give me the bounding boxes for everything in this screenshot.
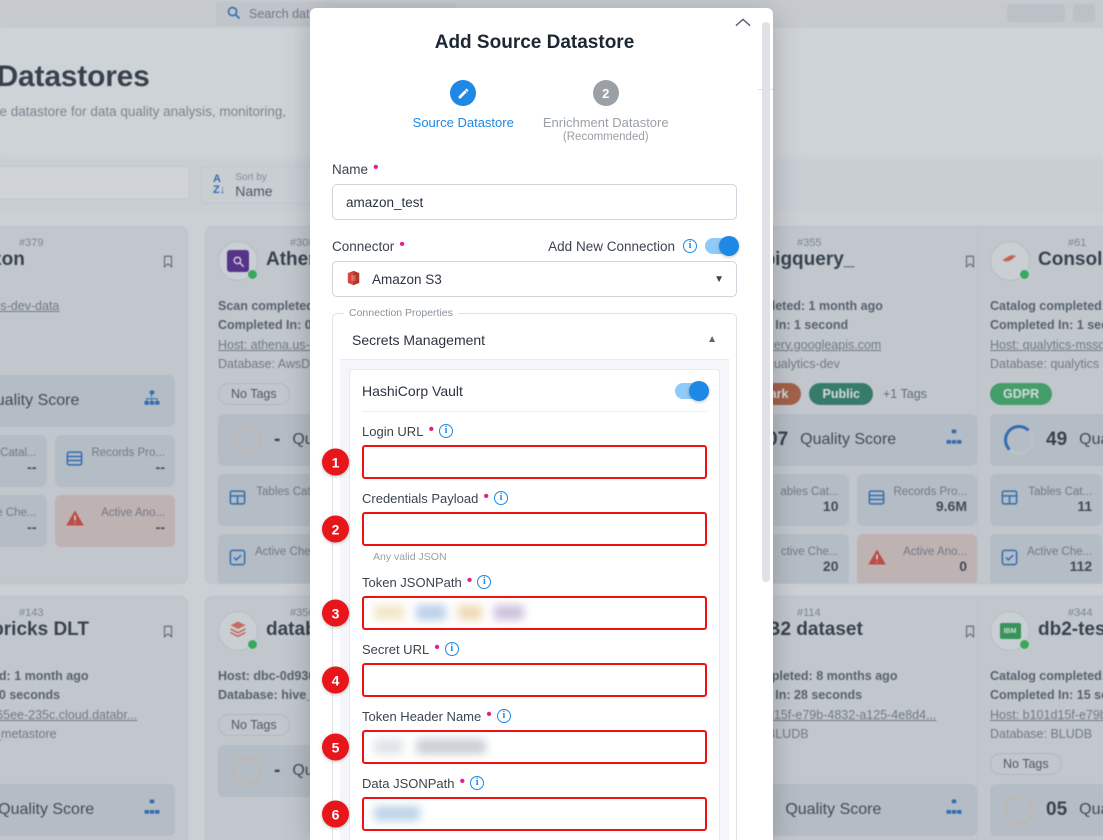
add-new-connection-toggle[interactable] [705,238,737,254]
required-indicator: • [486,707,492,723]
required-indicator: • [399,237,405,253]
secrets-management-panel-body: HashiCorp Vault Login URL • i 1 [340,360,729,840]
annotation-badge-2: 2 [322,516,349,543]
annotation-badge-5: 5 [322,734,349,761]
step-1-label: Source Datastore [392,115,535,130]
token-header-name-label-text: Token Header Name [362,709,481,724]
add-source-datastore-dialog: Add Source Datastore Source Datastore 2 … [310,8,773,840]
connector-select[interactable]: Amazon S3 ▼ [332,261,737,297]
data-jsonpath-label: Data JSONPath • i [362,775,707,791]
data-jsonpath-input[interactable] [362,797,707,831]
credentials-payload-input[interactable] [362,512,707,546]
secrets-management-panel-header[interactable]: Secrets Management ▲ [340,320,729,360]
secret-url-label-text: Secret URL [362,642,429,657]
amazon-s3-icon [345,269,362,290]
token-jsonpath-label-text: Token JSONPath [362,575,462,590]
connector-selected-value: Amazon S3 [372,272,442,287]
token-jsonpath-label: Token JSONPath • i [362,574,707,590]
connector-label-text: Connector [332,239,394,254]
name-label-text: Name [332,162,368,177]
connection-properties-fieldset: Connection Properties Secrets Management… [332,313,737,840]
info-icon[interactable]: i [445,642,459,656]
credentials-payload-label-text: Credentials Payload [362,491,478,506]
annotation-badge-1: 1 [322,449,349,476]
hashicorp-vault-label: HashiCorp Vault [362,383,463,399]
token-header-name-input[interactable] [362,730,707,764]
chevron-up-icon: ▲ [707,334,717,345]
secret-url-label: Secret URL • i [362,641,707,657]
login-url-input[interactable] [362,445,707,479]
step-2-sublabel: (Recommended) [535,131,678,143]
connector-field-label: Connector • [332,238,405,254]
screen: Search dat rce Datastores o a source dat… [0,0,1103,840]
vault-config-card: HashiCorp Vault Login URL • i 1 [349,369,720,840]
login-url-field: 1 [362,445,707,479]
required-indicator: • [434,640,440,656]
step-1-circle [450,80,476,106]
wizard-stepper: Source Datastore 2 Enrichment Datastore … [332,80,737,143]
credentials-payload-label: Credentials Payload • i [362,490,707,506]
info-icon[interactable]: i [497,709,511,723]
info-icon[interactable]: i [494,491,508,505]
connector-row: Connector • Add New Connection i [332,238,737,254]
info-icon[interactable]: i [439,424,453,438]
login-url-label-text: Login URL [362,424,423,439]
info-icon[interactable]: i [477,575,491,589]
info-icon[interactable]: i [470,776,484,790]
info-icon[interactable]: i [683,239,697,253]
required-indicator: • [467,573,473,589]
modal-scrollbar-thumb[interactable] [762,22,770,582]
annotation-badge-6: 6 [322,801,349,828]
login-url-label: Login URL • i [362,423,707,439]
add-new-connection-control: Add New Connection i [548,238,737,254]
required-indicator: • [483,489,489,505]
add-new-connection-label: Add New Connection [548,239,675,254]
secrets-management-title: Secrets Management [352,332,485,348]
dialog-title: Add Source Datastore [332,32,737,54]
hashicorp-vault-toggle[interactable] [675,383,707,399]
secret-url-field: 4 [362,663,707,697]
token-jsonpath-input[interactable] [362,596,707,630]
modal-scrollbar[interactable] [762,16,770,832]
chevron-down-icon: ▼ [714,274,724,285]
required-indicator: • [460,774,466,790]
credentials-payload-helper: Any valid JSON [362,551,707,563]
step-2-circle: 2 [593,80,619,106]
credentials-payload-field: 2 [362,512,707,546]
step-enrichment-datastore[interactable]: 2 Enrichment Datastore (Recommended) [535,80,678,143]
required-indicator: • [373,160,379,176]
hashicorp-vault-row: HashiCorp Vault [362,370,707,412]
data-jsonpath-label-text: Data JSONPath [362,776,455,791]
step-source-datastore[interactable]: Source Datastore [392,80,535,130]
secret-url-input[interactable] [362,663,707,697]
required-indicator: • [428,422,434,438]
collapse-chevron-icon[interactable] [735,14,751,32]
data-jsonpath-field: 6 [362,797,707,831]
token-header-name-field: 5 [362,730,707,764]
modal-content: Add Source Datastore Source Datastore 2 … [310,8,759,840]
token-jsonpath-field: 3 [362,596,707,630]
annotation-badge-4: 4 [322,667,349,694]
name-field-label: Name • [332,161,737,177]
token-header-name-label: Token Header Name • i [362,708,707,724]
connection-properties-legend: Connection Properties [344,307,458,319]
annotation-badge-3: 3 [322,600,349,627]
step-2-label: Enrichment Datastore [535,115,678,130]
name-input[interactable] [332,184,737,220]
